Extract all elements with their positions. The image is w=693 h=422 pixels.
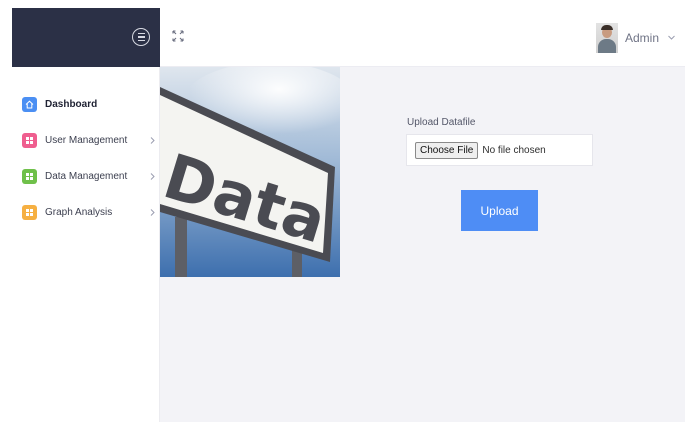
chevron-right-icon: [150, 209, 155, 216]
grid-icon: [22, 168, 37, 184]
sidebar-item-label: Dashboard: [45, 98, 98, 110]
chevron-down-icon[interactable]: [667, 33, 676, 42]
file-input[interactable]: Choose File No file chosen: [406, 134, 593, 166]
sidebar: Dashboard User Management Data Managemen…: [12, 67, 160, 422]
menu-line: [137, 36, 145, 38]
avatar-body: [598, 39, 616, 53]
file-status: No file chosen: [482, 144, 546, 156]
avatar[interactable]: [596, 23, 618, 53]
home-icon: [22, 96, 37, 112]
upload-label: Upload Datafile: [407, 117, 476, 128]
sidebar-item-dashboard[interactable]: Dashboard: [22, 92, 156, 116]
app-frame: Admin Dashboard User Management Data Man…: [12, 8, 685, 422]
choose-file-button[interactable]: Choose File: [415, 141, 479, 159]
avatar-hair: [601, 25, 613, 30]
grid-icon: [22, 132, 37, 148]
chevron-right-icon: [150, 137, 155, 144]
data-sign-image: Data: [160, 67, 340, 277]
sidebar-item-label: Graph Analysis: [45, 206, 113, 218]
topbar: Admin: [160, 8, 685, 67]
main-content: Data Upload Datafile Choose File No file…: [160, 67, 685, 422]
sidebar-item-graph-analysis[interactable]: Graph Analysis: [22, 200, 156, 224]
menu-toggle-button[interactable]: [132, 28, 150, 46]
grid-icon: [22, 204, 37, 220]
upload-button[interactable]: Upload: [461, 190, 538, 231]
menu-line: [137, 32, 145, 35]
sidebar-item-user-management[interactable]: User Management: [22, 128, 156, 152]
brand-bar: [12, 8, 160, 67]
sidebar-item-data-management[interactable]: Data Management: [22, 164, 156, 188]
sidebar-item-label: Data Management: [45, 170, 128, 182]
sidebar-item-label: User Management: [45, 134, 128, 146]
fullscreen-icon[interactable]: [172, 30, 184, 42]
menu-line: [137, 39, 145, 42]
chevron-right-icon: [150, 173, 155, 180]
user-name[interactable]: Admin: [625, 31, 659, 45]
